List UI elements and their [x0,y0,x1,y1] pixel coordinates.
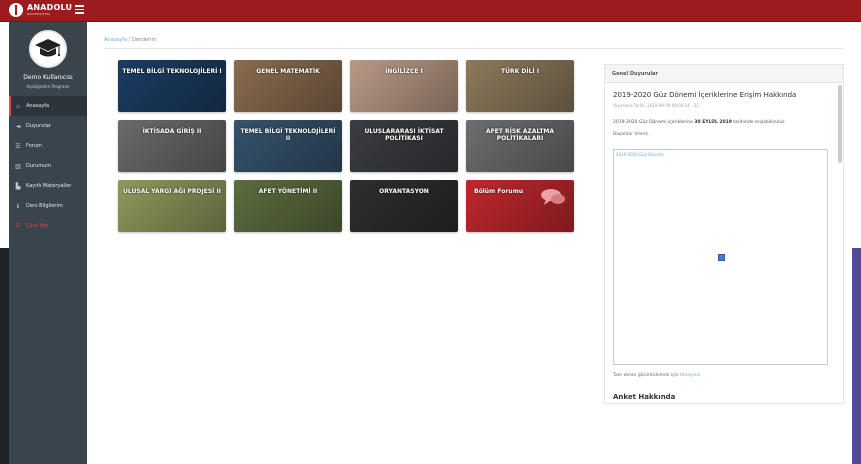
course-card-title: ORYANTASYON [379,188,429,195]
breadcrumb-home-link[interactable]: Anasayfa [104,37,127,43]
embedded-document-frame[interactable]: 2019-2020 Güz Dönemi [613,149,828,365]
course-card-title: TEMEL BİLGİ TEKNOLOJİLERİ I [122,68,222,75]
sidebar-item-forum[interactable]: ☰ Forum [9,136,87,156]
announcements-header: Genel Duyurular [605,65,843,83]
info-icon: ℹ [16,202,20,210]
document-placeholder-icon [718,254,725,261]
sidebar-item-ders-bilgilerim[interactable]: ℹ Ders Bilgilerim [9,196,87,216]
menu-toggle-icon[interactable] [75,5,84,14]
announcement-title[interactable]: 2019-2020 Güz Dönemi İçeriklerine Erişim… [613,91,796,99]
top-bar: ANADOLU ÜNİVERSİTESİ [0,0,861,22]
announcement-title-2[interactable]: Anket Hakkında [613,393,675,401]
fullscreen-note: Tam ekran görüntülemek için tıklayınız [613,373,701,378]
user-name: Demo Kullanıcısı [23,74,73,81]
breadcrumb: Anasayfa / Derslerim [104,37,156,43]
breadcrumb-separator: / [128,37,131,43]
course-card[interactable]: GENEL MATEMATİK [234,60,342,112]
course-card-title: İNGİLİZCE I [385,68,423,75]
course-card[interactable]: ULUSAL YARGI AĞI PROJESİ II [118,180,226,232]
logo-emblem-icon [9,3,23,17]
logo-text: ANADOLU ÜNİVERSİTESİ [27,3,73,17]
course-card-title: AFET RİSK AZALTMA POLİTİKALARI [485,128,555,142]
megaphone-icon: ◄ [15,122,21,130]
course-card-title: AFET YÖNETİMİ II [258,188,318,195]
course-card-title: ULUSLARARASI İKTİSAT POLİTİKASI [364,128,444,142]
announcement-date: 30 EYLÜL 2019 [694,120,732,125]
course-card-title: GENEL MATEMATİK [256,68,320,75]
home-icon: ⌂ [16,102,20,110]
sidebar-item-kayitli-materyaller[interactable]: ▙ Kayıtlı Materyaller [9,176,87,196]
course-card[interactable]: AFET RİSK AZALTMA POLİTİKALARI [466,120,574,172]
department-forum-card[interactable]: Bölüm Forumu [466,180,574,232]
course-grid: TEMEL BİLGİ TEKNOLOJİLERİ I GENEL MATEMA… [118,60,582,232]
chart-icon: ▥ [15,162,21,170]
graduation-cap-icon [35,39,61,57]
sidebar-item-label: Ders Bilgilerim [26,203,63,209]
course-card-title: TÜRK DİLİ I [501,68,539,75]
sidebar-item-label: Çıkış Yap [26,223,48,229]
sidebar: Demo Kullanıcısı Açıköğretim Programı ⌂ … [9,22,87,464]
power-icon: ⏻ [15,222,21,229]
sidebar-item-durumum[interactable]: ▥ Durumum [9,156,87,176]
course-card[interactable]: İKTİSADA GİRİŞ II [118,120,226,172]
embedded-document-label: 2019-2020 Güz Dönemi [616,152,664,157]
breadcrumb-divider [104,48,844,49]
course-card[interactable]: TÜRK DİLİ I [466,60,574,112]
course-card[interactable]: ORYANTASYON [350,180,458,232]
fullscreen-link[interactable]: tıklayınız [680,373,700,378]
breadcrumb-current: Derslerim [131,37,157,43]
panel-scrollbar[interactable] [838,85,842,163]
avatar[interactable] [29,30,67,68]
sidebar-item-label: Forum [26,143,42,149]
left-edge-fill [0,248,9,464]
right-edge-strip [852,248,861,464]
forum-icon: ☰ [15,142,21,150]
course-card[interactable]: TEMEL BİLGİ TEKNOLOJİLERİ I [118,60,226,112]
announcements-panel: Genel Duyurular 2019-2020 Güz Dönemi İçe… [604,64,844,404]
university-logo[interactable]: ANADOLU ÜNİVERSİTESİ [9,3,72,17]
course-card-title: ULUSAL YARGI AĞI PROJESİ II [123,188,221,195]
course-card[interactable]: İNGİLİZCE I [350,60,458,112]
course-card[interactable]: ULUSLARARASI İKTİSAT POLİTİKASI [350,120,458,172]
sidebar-item-label: Anasayfa [26,103,50,109]
sidebar-item-label: Duyurular [26,123,51,129]
announcement-meta: Yayınlanış Tarihi: 2019-09-09 09:00:14 -… [613,103,699,108]
sidebar-item-cikis-yap[interactable]: ⏻ Çıkış Yap [9,216,87,236]
sidebar-nav: ⌂ Anasayfa ◄ Duyurular ☰ Forum ▥ Durumum… [9,96,87,236]
announcement-body: 2019-2020 Güz Dönemi içeriklerine 30 EYL… [613,120,786,125]
course-card[interactable]: TEMEL BİLGİ TEKNOLOJİLERİ II [234,120,342,172]
sidebar-item-label: Kayıtlı Materyaller [26,183,72,189]
chat-bubble-icon [541,189,565,205]
course-card-title: TEMEL BİLGİ TEKNOLOJİLERİ II [240,128,336,142]
bookmark-icon: ▙ [15,182,21,190]
course-card-title: İKTİSADA GİRİŞ II [142,128,202,135]
announcement-regards: Başarılar dileriz. [613,132,650,137]
user-program: Açıköğretim Programı [26,84,70,89]
course-card[interactable]: AFET YÖNETİMİ II [234,180,342,232]
sidebar-item-anasayfa[interactable]: ⌂ Anasayfa [9,96,87,116]
sidebar-item-duyurular[interactable]: ◄ Duyurular [9,116,87,136]
logo-subtext: ÜNİVERSİTESİ [27,12,51,16]
sidebar-item-label: Durumum [26,163,52,169]
